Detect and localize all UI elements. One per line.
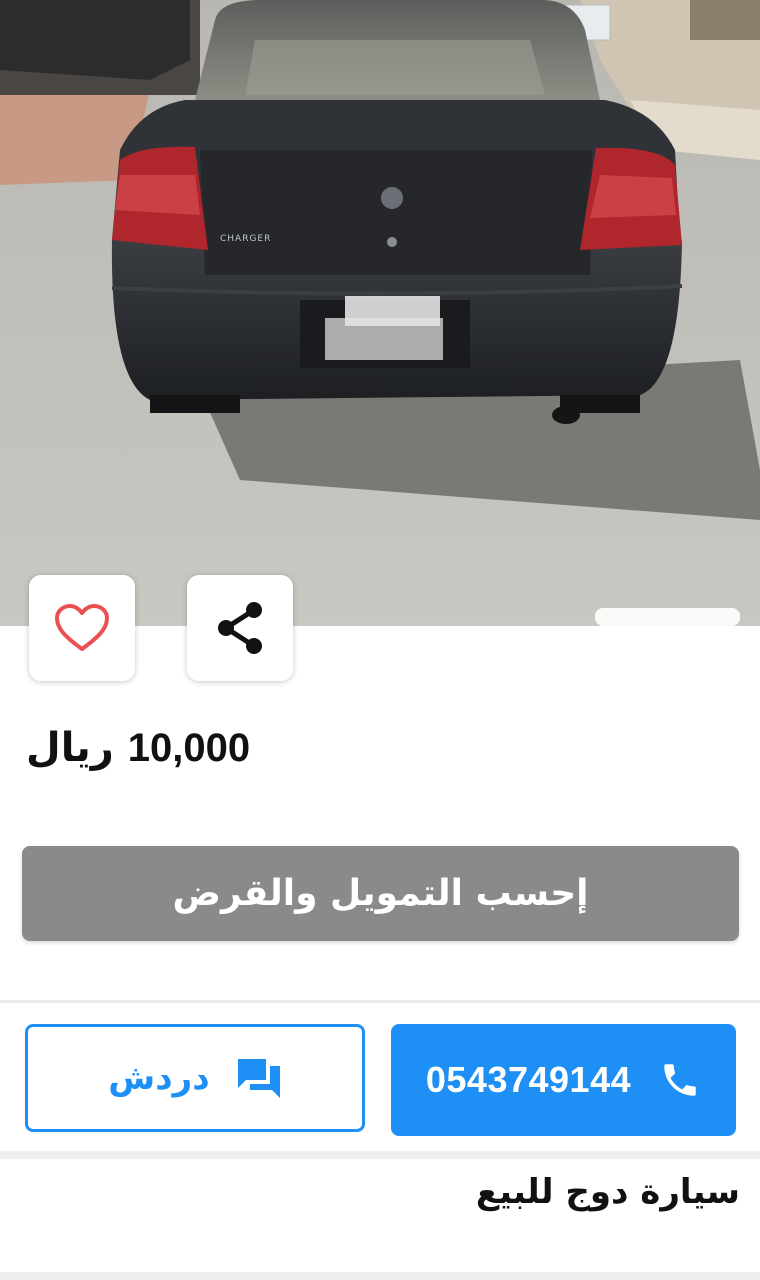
chat-icon [237,1059,280,1098]
share-button[interactable] [187,575,293,681]
favorite-button[interactable] [29,575,135,681]
heart-icon [55,604,109,651]
listing-screen: CH⁠ARGER [0,0,760,1280]
phone-number: 0543749144 [425,1059,632,1100]
share-icon [218,602,262,654]
divider [0,1272,760,1280]
price-amount: 10,000 [127,725,251,770]
listing-photo[interactable]: CH⁠ARGER [0,0,760,626]
chat-button[interactable]: دردش [25,1024,365,1132]
car-photo-illustration: CH⁠ARGER [0,0,760,626]
divider [0,1151,760,1159]
price: ريال 10,000 [26,718,250,778]
phone-icon [664,1064,696,1096]
svg-text:CH⁠ARGER: CH⁠ARGER [220,234,271,244]
listing-title: سيارة دوج للبيع [475,1172,740,1212]
price-currency: ريال [26,725,114,771]
finance-calculator-button[interactable]: إحسب التمويل والقرض [22,846,739,941]
divider [0,1000,760,1003]
call-button[interactable]: 0543749144 [391,1024,736,1136]
chat-button-label: دردش [108,1058,210,1098]
finance-calculator-label: إحسب التمويل والقرض [172,873,589,914]
